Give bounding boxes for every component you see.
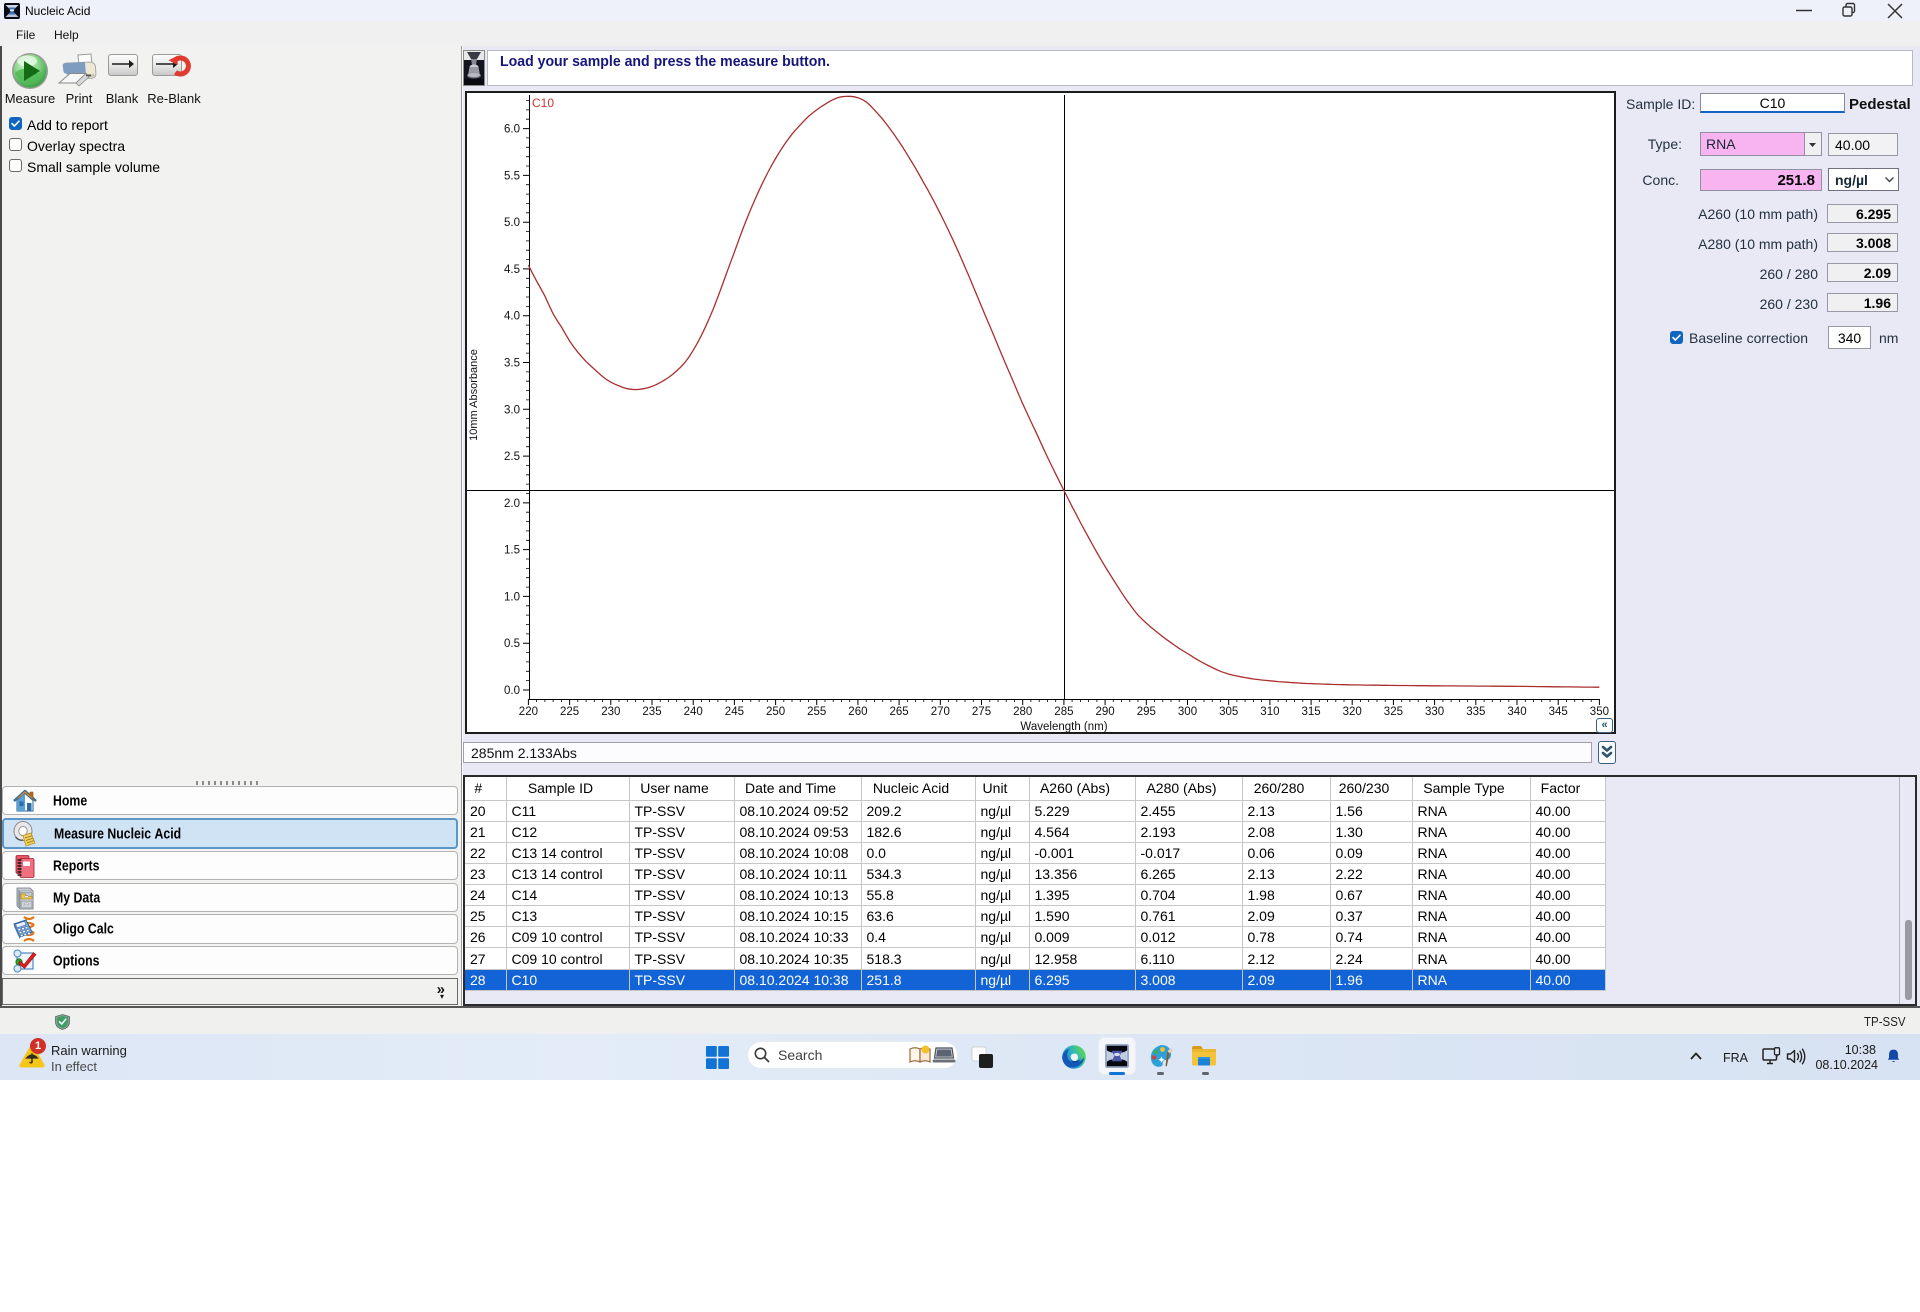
svg-text:230: 230: [601, 706, 620, 718]
svg-text:280: 280: [1013, 706, 1032, 718]
svg-text:265: 265: [890, 706, 909, 718]
svg-text:225: 225: [560, 706, 579, 718]
svg-text:C10: C10: [532, 96, 554, 110]
svg-text:5.5: 5.5: [504, 170, 520, 182]
svg-text:4.5: 4.5: [504, 264, 520, 276]
svg-text:270: 270: [931, 706, 950, 718]
svg-text:295: 295: [1137, 706, 1156, 718]
svg-text:3.5: 3.5: [504, 358, 520, 370]
svg-text:1.5: 1.5: [504, 545, 520, 557]
svg-text:240: 240: [684, 706, 703, 718]
svg-text:260: 260: [848, 706, 867, 718]
svg-text:6.0: 6.0: [504, 124, 520, 136]
svg-text:3.0: 3.0: [504, 404, 520, 416]
svg-text:320: 320: [1343, 706, 1362, 718]
svg-text:5.0: 5.0: [504, 217, 520, 229]
svg-text:310: 310: [1260, 706, 1279, 718]
svg-text:255: 255: [807, 706, 826, 718]
svg-text:235: 235: [642, 706, 661, 718]
svg-text:315: 315: [1302, 706, 1321, 718]
svg-text:245: 245: [725, 706, 744, 718]
svg-text:335: 335: [1466, 706, 1485, 718]
svg-text:250: 250: [766, 706, 785, 718]
svg-text:Wavelength (nm): Wavelength (nm): [1020, 721, 1107, 733]
svg-text:1.0: 1.0: [504, 591, 520, 603]
svg-text:350: 350: [1590, 706, 1609, 718]
svg-text:10mm Absorbance: 10mm Absorbance: [468, 349, 480, 441]
svg-text:340: 340: [1507, 706, 1526, 718]
svg-text:220: 220: [519, 706, 538, 718]
svg-text:345: 345: [1549, 706, 1568, 718]
svg-text:290: 290: [1096, 706, 1115, 718]
svg-text:305: 305: [1219, 706, 1238, 718]
svg-text:285: 285: [1054, 706, 1073, 718]
svg-text:330: 330: [1425, 706, 1444, 718]
svg-text:0.0: 0.0: [504, 685, 520, 697]
svg-text:275: 275: [972, 706, 991, 718]
svg-text:325: 325: [1384, 706, 1403, 718]
svg-text:0.5: 0.5: [504, 638, 520, 650]
svg-text:300: 300: [1178, 706, 1197, 718]
svg-text:2.0: 2.0: [504, 498, 520, 510]
svg-text:2.5: 2.5: [504, 451, 520, 463]
svg-text:4.0: 4.0: [504, 311, 520, 323]
